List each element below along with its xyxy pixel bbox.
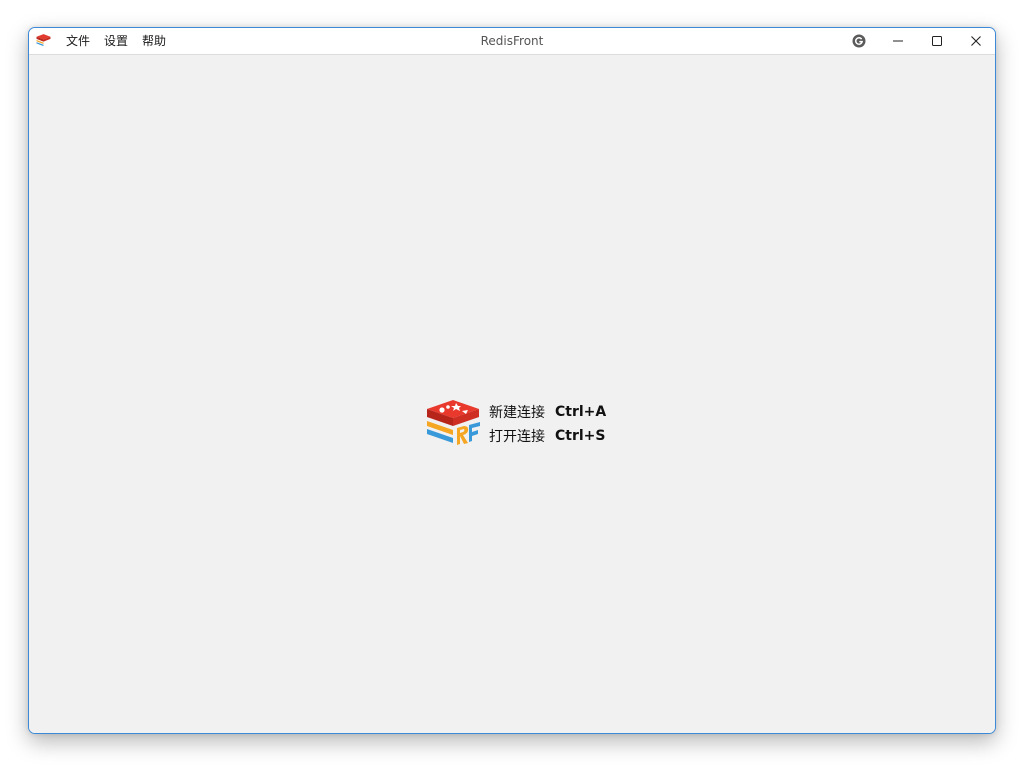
desktop: 文件 设置 帮助 RedisFront 新建连接 Ctrl+A 打开连接 Ctr… <box>0 0 1024 768</box>
menu-help[interactable]: 帮助 <box>135 28 173 54</box>
github-button[interactable] <box>839 28 878 54</box>
window-controls <box>839 28 995 54</box>
menu-settings[interactable]: 设置 <box>97 28 135 54</box>
redisfront-logo-icon <box>36 34 51 47</box>
open-connection-shortcut[interactable]: 打开连接 Ctrl+S <box>489 424 606 448</box>
shortcut-label: 打开连接 <box>489 429 545 445</box>
menu-bar: 文件 设置 帮助 <box>59 28 173 54</box>
maximize-button[interactable] <box>917 28 956 54</box>
close-icon <box>970 36 981 46</box>
welcome-panel: 新建连接 Ctrl+A 打开连接 Ctrl+S <box>29 55 995 733</box>
menu-file[interactable]: 文件 <box>59 28 97 54</box>
app-window: 文件 设置 帮助 RedisFront 新建连接 Ctrl+A 打开连接 Ctr… <box>28 27 996 734</box>
minimize-icon <box>892 40 903 42</box>
shortcut-key: Ctrl+S <box>555 428 606 444</box>
title-bar[interactable]: 文件 设置 帮助 RedisFront <box>29 28 995 55</box>
redisfront-logo-icon <box>427 400 480 445</box>
github-icon <box>852 34 865 48</box>
maximize-icon <box>931 36 942 46</box>
shortcut-list: 新建连接 Ctrl+A 打开连接 Ctrl+S <box>489 400 606 448</box>
welcome-block: 新建连接 Ctrl+A 打开连接 Ctrl+S <box>426 398 606 450</box>
shortcut-label: 新建连接 <box>489 405 545 421</box>
close-button[interactable] <box>956 28 995 54</box>
new-connection-shortcut[interactable]: 新建连接 Ctrl+A <box>489 400 606 424</box>
shortcut-key: Ctrl+A <box>555 404 607 420</box>
minimize-button[interactable] <box>878 28 917 54</box>
